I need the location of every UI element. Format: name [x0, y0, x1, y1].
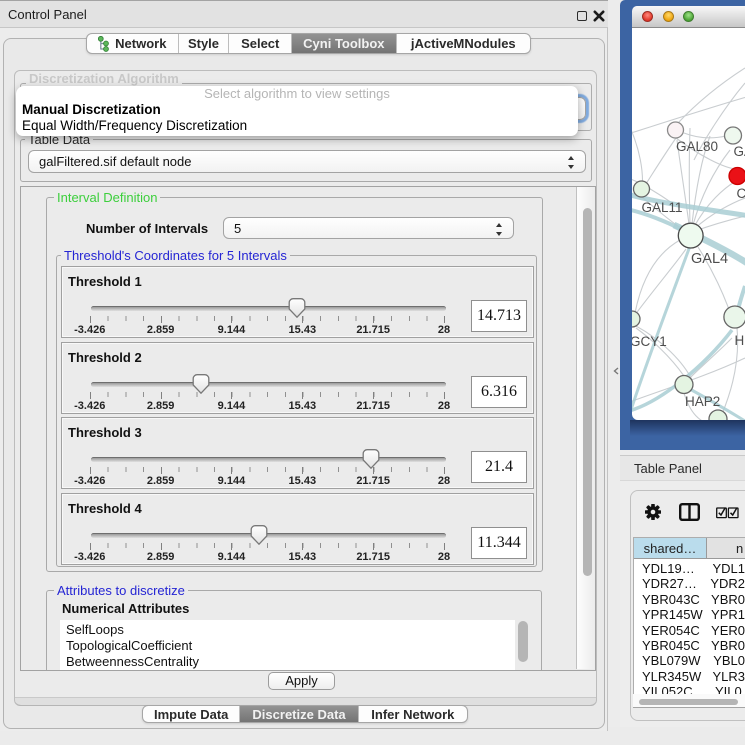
svg-text:GA: GA: [734, 144, 745, 159]
svg-text:HAP2: HAP2: [685, 394, 720, 409]
svg-text:GCY1: GCY1: [632, 334, 667, 349]
svg-text:GAL11: GAL11: [642, 200, 683, 215]
svg-text:GAL80: GAL80: [676, 139, 718, 154]
svg-text:C: C: [737, 186, 745, 201]
svg-text:H: H: [735, 333, 745, 348]
svg-text:GAL4: GAL4: [691, 251, 728, 267]
